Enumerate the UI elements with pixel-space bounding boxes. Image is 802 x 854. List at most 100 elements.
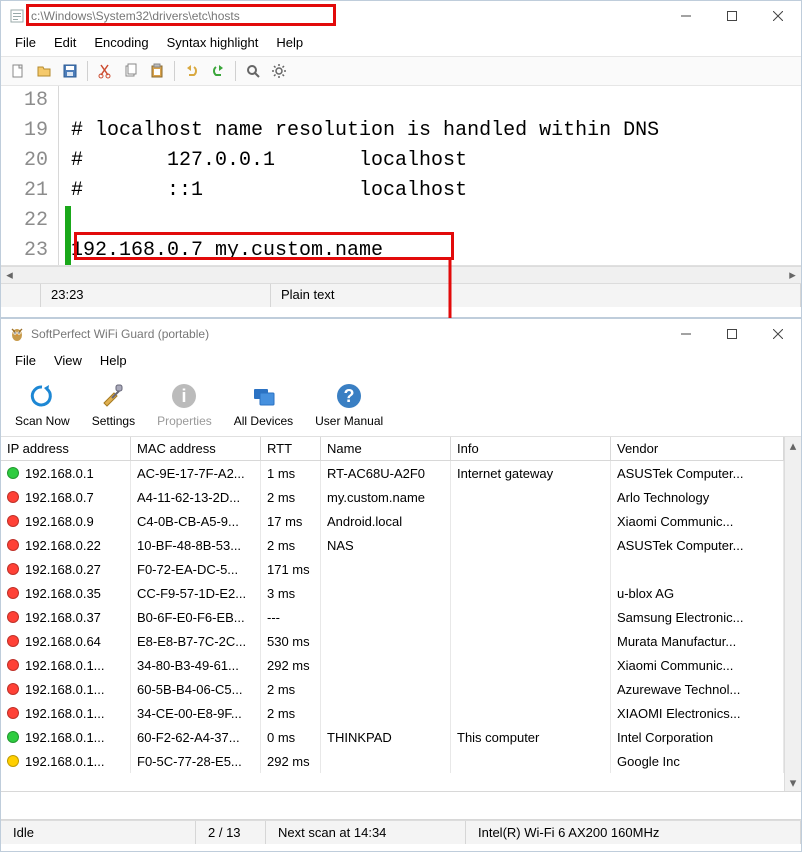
scroll-left-icon[interactable]: ◂ bbox=[1, 267, 18, 283]
undo-icon[interactable] bbox=[181, 60, 203, 82]
table-row[interactable]: 192.168.0.9C4-0B-CB-A5-9...17 msAndroid.… bbox=[1, 509, 784, 533]
notepad-window: c:\Windows\System32\drivers\etc\hosts Fi… bbox=[0, 0, 802, 318]
paste-icon[interactable] bbox=[146, 60, 168, 82]
cut-icon[interactable] bbox=[94, 60, 116, 82]
close-button[interactable] bbox=[755, 1, 801, 31]
notepad-toolbar bbox=[1, 56, 801, 86]
table-row[interactable]: 192.168.0.27F0-72-EA-DC-5...171 ms bbox=[1, 557, 784, 581]
vertical-scrollbar[interactable]: ▴ ▾ bbox=[784, 437, 801, 791]
find-icon[interactable] bbox=[242, 60, 264, 82]
notepad-statusbar: 23:23 Plain text bbox=[1, 283, 801, 307]
column-rtt[interactable]: RTT bbox=[261, 437, 321, 460]
close-button[interactable] bbox=[755, 319, 801, 349]
svg-text:?: ? bbox=[344, 386, 355, 406]
svg-text:i: i bbox=[182, 386, 187, 406]
user-manual-button[interactable]: ? User Manual bbox=[309, 378, 389, 430]
notepad-titlebar[interactable]: c:\Windows\System32\drivers\etc\hosts bbox=[1, 1, 801, 31]
devices-icon bbox=[247, 380, 279, 412]
table-row[interactable]: 192.168.0.37B0-6F-E0-F6-EB...---Samsung … bbox=[1, 605, 784, 629]
status-next-scan: Next scan at 14:34 bbox=[266, 821, 466, 844]
redo-icon[interactable] bbox=[207, 60, 229, 82]
table-row[interactable]: 192.168.0.2210-BF-48-8B-53...2 msNASASUS… bbox=[1, 533, 784, 557]
status-dot-icon bbox=[7, 611, 19, 623]
status-dot-icon bbox=[7, 755, 19, 767]
status-dot-icon bbox=[7, 707, 19, 719]
app-icon bbox=[9, 8, 25, 24]
status-dot-icon bbox=[7, 467, 19, 479]
table-row[interactable]: 192.168.0.1AC-9E-17-7F-A2...1 msRT-AC68U… bbox=[1, 461, 784, 485]
scroll-down-icon[interactable]: ▾ bbox=[785, 774, 801, 791]
all-devices-button[interactable]: All Devices bbox=[228, 378, 299, 430]
scan-icon bbox=[26, 380, 58, 412]
table-header[interactable]: IP addressMAC addressRTTNameInfoVendor bbox=[1, 437, 784, 461]
status-dot-icon bbox=[7, 539, 19, 551]
menu-file[interactable]: File bbox=[7, 33, 44, 52]
new-file-icon[interactable] bbox=[7, 60, 29, 82]
scan-now-button[interactable]: Scan Now bbox=[9, 378, 76, 430]
menu-file[interactable]: File bbox=[7, 351, 44, 370]
settings-button[interactable]: Settings bbox=[86, 378, 141, 430]
blank-panel bbox=[1, 792, 801, 820]
device-table: IP addressMAC addressRTTNameInfoVendor 1… bbox=[1, 437, 801, 792]
menu-encoding[interactable]: Encoding bbox=[86, 33, 156, 52]
copy-icon[interactable] bbox=[120, 60, 142, 82]
status-dot-icon bbox=[7, 491, 19, 503]
save-file-icon[interactable] bbox=[59, 60, 81, 82]
open-file-icon[interactable] bbox=[33, 60, 55, 82]
table-row[interactable]: 192.168.0.1...34-80-B3-49-61...292 msXia… bbox=[1, 653, 784, 677]
syntax-mode: Plain text bbox=[271, 284, 801, 307]
maximize-button[interactable] bbox=[709, 319, 755, 349]
status-dot-icon bbox=[7, 515, 19, 527]
settings-icon[interactable] bbox=[268, 60, 290, 82]
status-dot-icon bbox=[7, 587, 19, 599]
table-row[interactable]: 192.168.0.1...60-5B-B4-06-C5...2 msAzure… bbox=[1, 677, 784, 701]
owl-icon bbox=[9, 326, 25, 342]
line-gutter: 181920212223 bbox=[1, 86, 59, 265]
menu-help[interactable]: Help bbox=[268, 33, 311, 52]
code-content[interactable]: # localhost name resolution is handled w… bbox=[59, 86, 801, 265]
menu-view[interactable]: View bbox=[46, 351, 90, 370]
column-info[interactable]: Info bbox=[451, 437, 611, 460]
menu-edit[interactable]: Edit bbox=[46, 33, 84, 52]
table-row[interactable]: 192.168.0.1...34-CE-00-E8-9F...2 msXIAOM… bbox=[1, 701, 784, 725]
status-adapter: Intel(R) Wi-Fi 6 AX200 160MHz bbox=[466, 821, 801, 844]
column-mac-address[interactable]: MAC address bbox=[131, 437, 261, 460]
status-dot-icon bbox=[7, 635, 19, 647]
status-dot-icon bbox=[7, 683, 19, 695]
horizontal-scrollbar[interactable]: ◂ ▸ bbox=[1, 266, 801, 283]
properties-button[interactable]: i Properties bbox=[151, 378, 218, 430]
wifiguard-toolbar: Scan Now Settings i Properties All Devic… bbox=[1, 374, 801, 437]
notepad-menubar: FileEditEncodingSyntax highlightHelp bbox=[1, 31, 801, 56]
column-vendor[interactable]: Vendor bbox=[611, 437, 784, 460]
table-row[interactable]: 192.168.0.64E8-E8-B7-7C-2C...530 msMurat… bbox=[1, 629, 784, 653]
menu-syntax-highlight[interactable]: Syntax highlight bbox=[159, 33, 267, 52]
wifiguard-window: SoftPerfect WiFi Guard (portable) FileVi… bbox=[0, 318, 802, 852]
info-icon: i bbox=[168, 380, 200, 412]
window-title: c:\Windows\System32\drivers\etc\hosts bbox=[31, 9, 663, 23]
wifiguard-menubar: FileViewHelp bbox=[1, 349, 801, 374]
help-icon: ? bbox=[333, 380, 365, 412]
maximize-button[interactable] bbox=[709, 1, 755, 31]
table-row[interactable]: 192.168.0.1...F0-5C-77-28-E5...292 msGoo… bbox=[1, 749, 784, 773]
wifiguard-statusbar: Idle 2 / 13 Next scan at 14:34 Intel(R) … bbox=[1, 820, 801, 844]
minimize-button[interactable] bbox=[663, 319, 709, 349]
scroll-right-icon[interactable]: ▸ bbox=[784, 267, 801, 283]
column-ip-address[interactable]: IP address bbox=[1, 437, 131, 460]
status-dot-icon bbox=[7, 659, 19, 671]
scroll-up-icon[interactable]: ▴ bbox=[785, 437, 801, 454]
tools-icon bbox=[97, 380, 129, 412]
table-row[interactable]: 192.168.0.35CC-F9-57-1D-E2...3 msu-blox … bbox=[1, 581, 784, 605]
window-title: SoftPerfect WiFi Guard (portable) bbox=[31, 327, 663, 341]
table-row[interactable]: 192.168.0.1...60-F2-62-A4-37...0 msTHINK… bbox=[1, 725, 784, 749]
cursor-position: 23:23 bbox=[41, 284, 271, 307]
column-name[interactable]: Name bbox=[321, 437, 451, 460]
status-dot-icon bbox=[7, 563, 19, 575]
status-dot-icon bbox=[7, 731, 19, 743]
editor-area[interactable]: 181920212223 # localhost name resolution… bbox=[1, 86, 801, 266]
status-state: Idle bbox=[1, 821, 196, 844]
table-row[interactable]: 192.168.0.7A4-11-62-13-2D...2 msmy.custo… bbox=[1, 485, 784, 509]
minimize-button[interactable] bbox=[663, 1, 709, 31]
menu-help[interactable]: Help bbox=[92, 351, 135, 370]
wifiguard-titlebar[interactable]: SoftPerfect WiFi Guard (portable) bbox=[1, 319, 801, 349]
status-count: 2 / 13 bbox=[196, 821, 266, 844]
